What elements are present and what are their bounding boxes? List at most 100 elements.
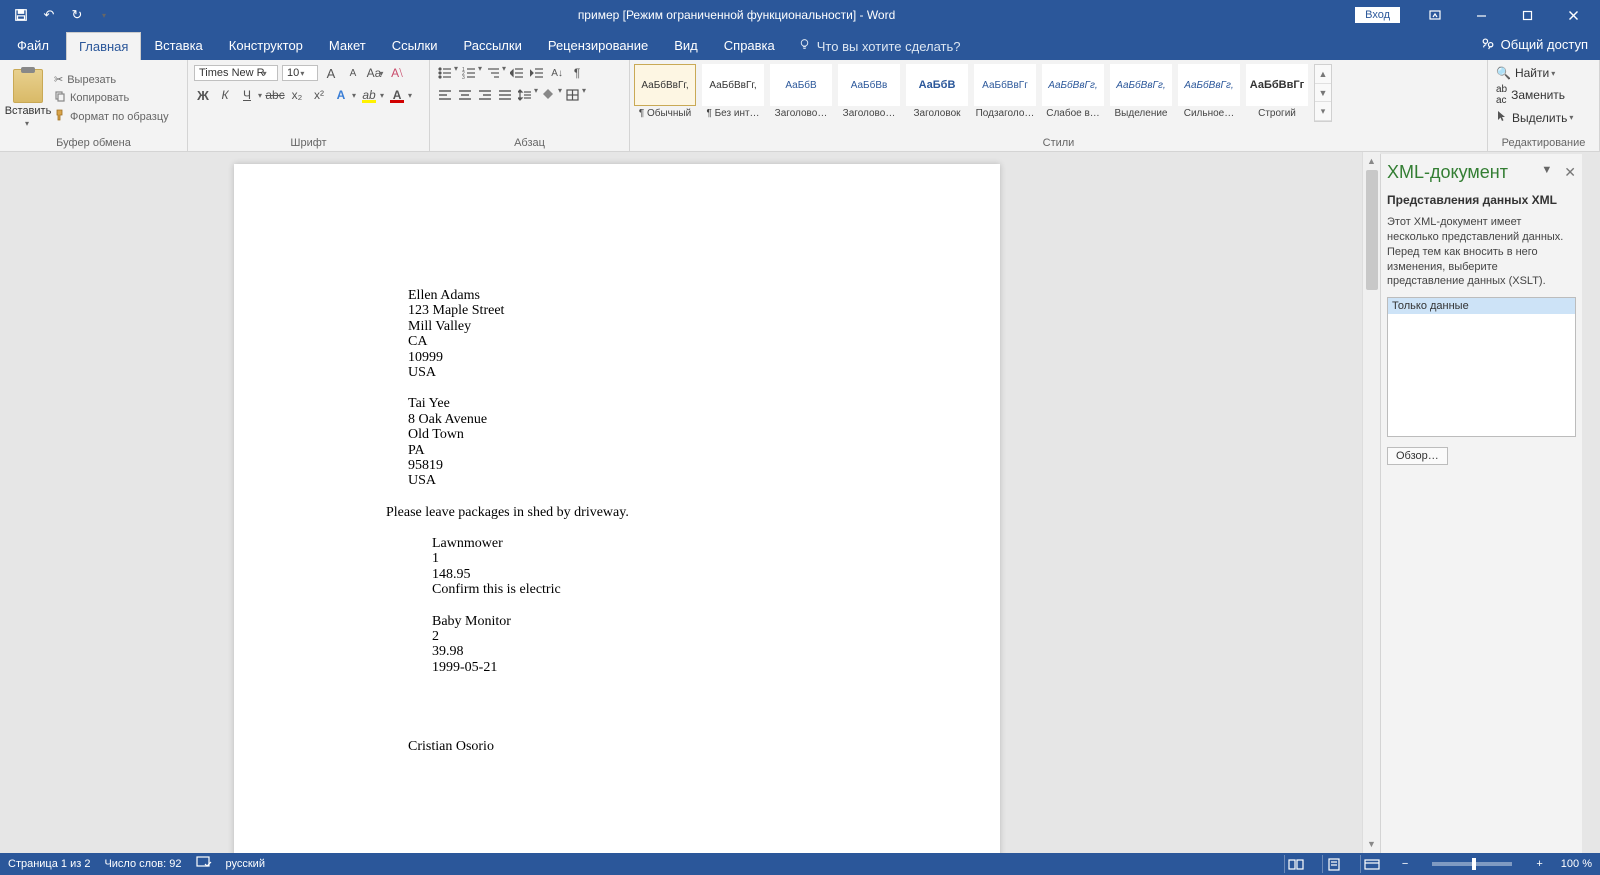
line-spacing-icon[interactable] bbox=[516, 86, 534, 104]
text-line[interactable]: PA bbox=[408, 443, 848, 458]
text-block[interactable]: Baby Monitor239.981999-05-21 bbox=[386, 614, 848, 676]
font-color-icon[interactable]: A bbox=[388, 86, 406, 104]
chevron-down-icon[interactable]: ▾ bbox=[534, 86, 538, 104]
login-button[interactable]: Вход bbox=[1355, 7, 1400, 23]
style-item[interactable]: АаБбВЗаголово… bbox=[768, 64, 834, 119]
decrease-indent-icon[interactable] bbox=[508, 64, 526, 82]
strikethrough-button[interactable]: abc bbox=[266, 86, 284, 104]
superscript-button[interactable]: x² bbox=[310, 86, 328, 104]
chevron-down-icon[interactable]: ▾ bbox=[352, 91, 356, 100]
text-line[interactable]: 123 Maple Street bbox=[408, 303, 848, 318]
xml-view-item[interactable]: Только данные bbox=[1388, 298, 1575, 314]
increase-indent-icon[interactable] bbox=[528, 64, 546, 82]
tab-references[interactable]: Ссылки bbox=[379, 31, 451, 60]
text-line[interactable]: Mill Valley bbox=[408, 319, 848, 334]
chevron-down-icon[interactable]: ▾ bbox=[582, 86, 586, 104]
zoom-out-button[interactable]: − bbox=[1398, 858, 1412, 870]
tab-view[interactable]: Вид bbox=[661, 31, 711, 60]
close-icon[interactable] bbox=[1550, 1, 1596, 29]
text-block[interactable]: Lawnmower1148.95Confirm this is electric bbox=[386, 536, 848, 598]
text-line[interactable]: 1999-05-21 bbox=[432, 660, 848, 675]
undo-icon[interactable]: ↶ bbox=[36, 3, 62, 27]
redo-icon[interactable]: ↻ bbox=[64, 3, 90, 27]
text-block[interactable]: Ellen Adams123 Maple StreetMill ValleyCA… bbox=[386, 288, 848, 380]
xml-views-list[interactable]: Только данные bbox=[1387, 297, 1576, 437]
style-item[interactable]: АаБбВвГг,Слабое в… bbox=[1040, 64, 1106, 119]
format-painter-button[interactable]: Формат по образцу bbox=[54, 109, 169, 124]
zoom-level[interactable]: 100 % bbox=[1561, 858, 1592, 870]
text-line[interactable]: Tai Yee bbox=[408, 396, 848, 411]
cut-button[interactable]: ✂ Вырезать bbox=[54, 73, 169, 86]
bold-button[interactable]: Ж bbox=[194, 86, 212, 104]
copy-button[interactable]: Копировать bbox=[54, 90, 169, 105]
style-item[interactable]: АаБбВвГг,¶ Без инт… bbox=[700, 64, 766, 119]
tab-help[interactable]: Справка bbox=[711, 31, 788, 60]
chevron-down-icon[interactable]: ▾ bbox=[502, 64, 506, 82]
italic-button[interactable]: К bbox=[216, 86, 234, 104]
tab-review[interactable]: Рецензирование bbox=[535, 31, 661, 60]
scroll-down-icon[interactable]: ▼ bbox=[1363, 835, 1380, 853]
tell-me-search[interactable]: Что вы хотите сделать? bbox=[788, 32, 971, 60]
text-line[interactable]: Lawnmower bbox=[432, 536, 848, 551]
text-line[interactable]: Please leave packages in shed by drivewa… bbox=[386, 505, 848, 520]
align-center-icon[interactable] bbox=[456, 86, 474, 104]
tab-mailings[interactable]: Рассылки bbox=[450, 31, 534, 60]
ribbon-display-options-icon[interactable] bbox=[1412, 1, 1458, 29]
text-line[interactable]: CA bbox=[408, 334, 848, 349]
text-line[interactable]: Ellen Adams bbox=[408, 288, 848, 303]
text-line[interactable]: Confirm this is electric bbox=[432, 582, 848, 597]
change-case-icon[interactable]: Aa▾ bbox=[366, 64, 384, 82]
borders-icon[interactable] bbox=[564, 86, 582, 104]
text-effects-icon[interactable]: A bbox=[332, 86, 350, 104]
text-block[interactable]: Tai Yee8 Oak AvenueOld TownPA95819USA bbox=[386, 396, 848, 488]
align-right-icon[interactable] bbox=[476, 86, 494, 104]
numbering-icon[interactable]: 123 bbox=[460, 64, 478, 82]
style-item[interactable]: АаБбВвГг,Выделение bbox=[1108, 64, 1174, 119]
status-language[interactable]: русский bbox=[226, 858, 265, 870]
style-item[interactable]: АаБбВвГгСтрогий bbox=[1244, 64, 1310, 119]
print-layout-icon[interactable] bbox=[1322, 855, 1346, 873]
text-line[interactable]: USA bbox=[408, 473, 848, 488]
tab-layout[interactable]: Макет bbox=[316, 31, 379, 60]
clear-format-icon[interactable]: A⧵ bbox=[388, 64, 406, 82]
text-line[interactable]: Cristian Osorio bbox=[408, 739, 848, 754]
text-block[interactable]: Cristian Osorio bbox=[386, 739, 848, 754]
text-line[interactable]: 8 Oak Avenue bbox=[408, 412, 848, 427]
shrink-font-icon[interactable]: A bbox=[344, 64, 362, 82]
qa-customize-icon[interactable]: ▾ bbox=[92, 3, 118, 27]
chevron-down-icon[interactable]: ▾ bbox=[258, 91, 262, 100]
maximize-icon[interactable] bbox=[1504, 1, 1550, 29]
shading-icon[interactable] bbox=[540, 86, 558, 104]
style-item[interactable]: АаБбВвГгПодзаголо… bbox=[972, 64, 1038, 119]
tab-insert[interactable]: Вставка bbox=[141, 31, 215, 60]
font-name-input[interactable]: Times New R▾ bbox=[194, 65, 278, 81]
chevron-down-icon[interactable]: ▾ bbox=[558, 86, 562, 104]
web-layout-icon[interactable] bbox=[1360, 855, 1384, 873]
justify-icon[interactable] bbox=[496, 86, 514, 104]
select-button[interactable]: Выделить ▾ bbox=[1496, 110, 1573, 125]
find-button[interactable]: 🔍 Найти ▾ bbox=[1496, 66, 1555, 80]
scroll-thumb[interactable] bbox=[1366, 170, 1378, 290]
text-line[interactable]: USA bbox=[408, 365, 848, 380]
text-line[interactable]: 95819 bbox=[408, 458, 848, 473]
style-item[interactable]: АаБбВЗаголовок bbox=[904, 64, 970, 119]
paste-button[interactable]: Вставить ▾ bbox=[6, 69, 50, 128]
zoom-slider[interactable] bbox=[1432, 862, 1512, 866]
chevron-down-icon[interactable]: ▾ bbox=[454, 64, 458, 82]
style-item[interactable]: АаБбВвГг,¶ Обычный bbox=[632, 64, 698, 119]
styles-more-button[interactable]: ▲▼▾ bbox=[1314, 64, 1332, 122]
chevron-down-icon[interactable]: ▾ bbox=[408, 91, 412, 100]
tab-file[interactable]: Файл bbox=[4, 31, 62, 60]
text-line[interactable]: 10999 bbox=[408, 350, 848, 365]
status-page[interactable]: Страница 1 из 2 bbox=[8, 858, 90, 870]
spellcheck-icon[interactable] bbox=[196, 856, 212, 872]
text-block[interactable]: Please leave packages in shed by drivewa… bbox=[386, 505, 848, 520]
text-line[interactable]: 148.95 bbox=[432, 567, 848, 582]
text-line[interactable]: 1 bbox=[432, 551, 848, 566]
text-line[interactable]: 39.98 bbox=[432, 644, 848, 659]
replace-button[interactable]: abac Заменить bbox=[1496, 84, 1565, 106]
text-line[interactable]: Baby Monitor bbox=[432, 614, 848, 629]
font-size-input[interactable]: 10 ▾ bbox=[282, 65, 318, 81]
subscript-button[interactable]: x₂ bbox=[288, 86, 306, 104]
align-left-icon[interactable] bbox=[436, 86, 454, 104]
